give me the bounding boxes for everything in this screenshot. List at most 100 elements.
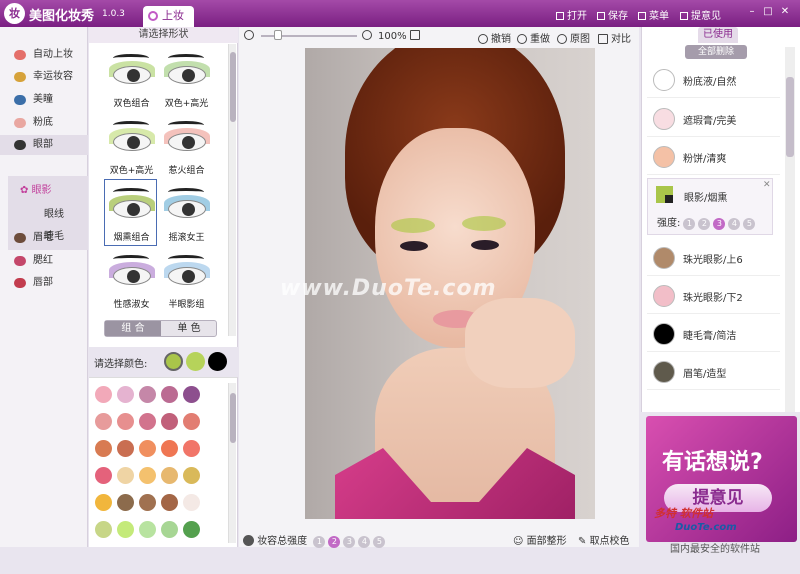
menu-feedback[interactable]: 提意见 [680,7,721,22]
original-button[interactable]: 原图 [557,30,590,45]
shape-scroll-thumb[interactable] [230,52,236,122]
color-swatch[interactable] [183,521,200,538]
nav-lucky-makeup[interactable]: 幸运妆容 [0,67,88,87]
color-swatch[interactable] [95,494,112,511]
close-button[interactable]: ✕ [779,6,791,18]
used-item[interactable]: 睫毛膏/简洁 [647,316,780,352]
color-swatch[interactable] [161,467,178,484]
color-chip-3[interactable] [208,352,227,371]
menu-main[interactable]: 菜单 [638,7,669,22]
strength-step-1[interactable]: 1 [313,536,326,548]
shape-option[interactable]: 性感淑女 [104,246,157,313]
color-swatch[interactable] [183,494,200,511]
remove-item-icon[interactable]: ✕ [763,180,771,190]
color-swatch[interactable] [117,467,134,484]
item-step-5[interactable]: 5 [743,218,756,230]
color-swatch[interactable] [95,413,112,430]
submenu-eyeliner[interactable]: 眼线 [44,205,64,220]
maximize-button[interactable]: □ [762,6,774,18]
color-swatch[interactable] [117,413,134,430]
strength-step-2[interactable]: 2 [328,536,341,548]
used-item[interactable]: 粉饼/清爽 [647,139,780,175]
redo-button[interactable]: 重做 [517,30,550,45]
color-swatch[interactable] [95,521,112,538]
color-swatch[interactable] [161,386,178,403]
color-swatch[interactable] [117,386,134,403]
zoom-in-button[interactable] [362,30,375,41]
color-swatch[interactable] [117,440,134,457]
fit-button[interactable] [410,30,423,41]
used-item-color [653,323,675,345]
used-item[interactable]: 珠光眼影/下2 [647,278,780,314]
nav-eyes[interactable]: 眼部 [0,135,88,155]
shape-option[interactable]: 烟熏组合 [104,179,157,246]
strength-step-5[interactable]: 5 [373,536,386,548]
zoom-out-button[interactable] [244,30,257,41]
color-swatch[interactable] [139,386,156,403]
used-item[interactable]: 粉底液/自然 [647,62,780,98]
item-step-4[interactable]: 4 [728,218,741,230]
menu-open[interactable]: 打开 [556,7,587,22]
swatch-scrollbar[interactable] [228,383,236,543]
color-swatch[interactable] [161,494,178,511]
item-step-3[interactable]: 3 [713,218,726,230]
undo-button[interactable]: 撤销 [478,30,511,45]
shape-option[interactable]: 双色+高光 [159,45,212,112]
nav-blush[interactable]: 腮红 [0,251,88,271]
shape-mode-toggle[interactable]: 组 合 单 色 [104,320,217,337]
strength-step-4[interactable]: 4 [358,536,371,548]
shape-option[interactable]: 摇滚女王 [159,179,212,246]
color-chip-2[interactable] [186,352,205,371]
used-item[interactable]: 珠光眼影/上6 [647,240,780,276]
selected-used-item[interactable]: 眼影/烟熏 ✕ 强度: 1 2 3 4 5 [647,178,773,235]
color-swatch[interactable] [139,494,156,511]
shape-option[interactable]: 双色+高光 [104,112,157,179]
color-swatch[interactable] [95,386,112,403]
shape-scrollbar[interactable] [228,44,236,336]
menu-save[interactable]: 保存 [597,7,628,22]
nav-auto-makeup[interactable]: 自动上妆 [0,45,88,65]
swatch-scroll-thumb[interactable] [230,393,236,443]
color-swatch[interactable] [183,467,200,484]
color-swatch[interactable] [183,413,200,430]
shape-option[interactable]: 半眼影组 [159,246,212,313]
submenu-eyeshadow[interactable]: ✿ 眼影 [20,181,52,196]
compare-button[interactable]: 对比 [598,30,631,45]
shape-option[interactable]: 双色组合 [104,45,157,112]
strength-step-3[interactable]: 3 [343,536,356,548]
nav-lips[interactable]: 唇部 [0,273,88,293]
delete-all-button[interactable]: 全部删除 [685,45,747,59]
color-swatch[interactable] [95,467,112,484]
face-shape-button[interactable]: ☺ 面部整形 [513,532,567,547]
nav-foundation[interactable]: 粉底 [0,113,88,133]
used-scroll-thumb[interactable] [786,77,794,157]
color-swatch[interactable] [117,494,134,511]
nav-brows[interactable]: 眉毛 [0,228,88,248]
tab-makeup[interactable]: 上妆 [143,6,194,27]
used-item[interactable]: 遮瑕膏/完美 [647,101,780,137]
color-swatch[interactable] [95,440,112,457]
minimize-button[interactable]: – [746,6,758,18]
used-item[interactable]: 眉笔/造型 [647,354,780,390]
item-step-1[interactable]: 1 [683,218,696,230]
color-swatch[interactable] [117,521,134,538]
color-swatch[interactable] [161,413,178,430]
tab-used[interactable]: 已使用 [698,27,738,43]
color-swatch[interactable] [139,413,156,430]
nav-contacts[interactable]: 美瞳 [0,90,88,110]
used-scrollbar[interactable] [785,47,795,412]
color-chip-1[interactable] [164,352,183,371]
color-swatch[interactable] [161,440,178,457]
toggle-single[interactable]: 单 色 [162,321,216,336]
shape-option[interactable]: 惹火组合 [159,112,212,179]
color-swatch[interactable] [161,521,178,538]
color-swatch[interactable] [183,440,200,457]
zoom-slider-thumb[interactable] [274,30,282,40]
item-step-2[interactable]: 2 [698,218,711,230]
keypoint-button[interactable]: ✎ 取点校色 [578,532,630,547]
color-swatch[interactable] [139,440,156,457]
color-swatch[interactable] [139,521,156,538]
color-swatch[interactable] [183,386,200,403]
color-swatch[interactable] [139,467,156,484]
toggle-combo[interactable]: 组 合 [105,321,161,336]
